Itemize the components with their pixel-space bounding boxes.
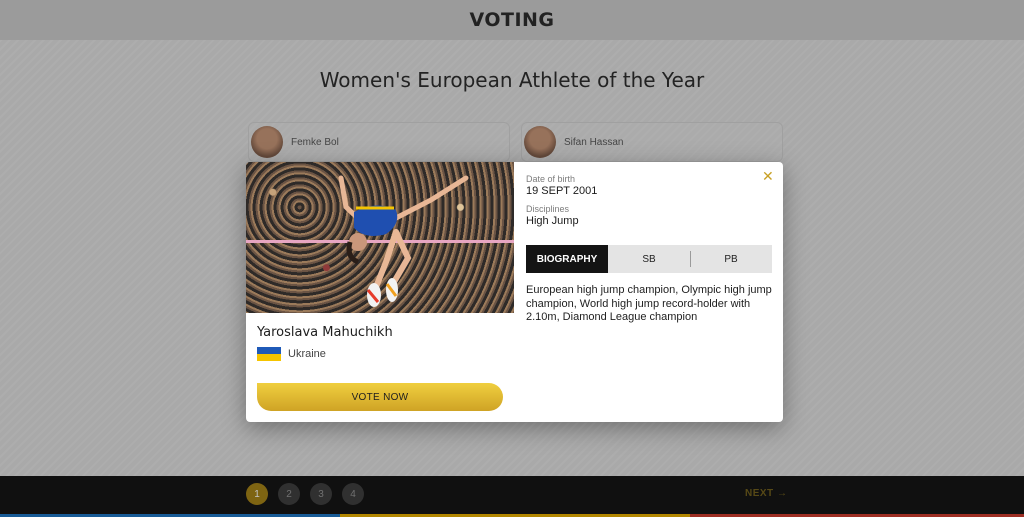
country-name: Ukraine [288,348,326,360]
close-icon[interactable]: ✕ [762,169,774,183]
athlete-photo [246,162,514,313]
athlete-country: Ukraine [257,347,326,361]
athlete-name: Yaroslava Mahuchikh [257,325,393,340]
info-tabs: BIOGRAPHY SB PB [526,245,772,273]
vote-now-button[interactable]: VOTE NOW [257,383,503,411]
athlete-info: ✕ Date of birth 19 SEPT 2001 Disciplines… [526,162,783,422]
tab-pb[interactable]: PB [690,245,772,273]
dob-value: 19 SEPT 2001 [526,185,598,197]
ukraine-flag-icon [257,347,281,361]
disciplines-label: Disciplines [526,204,570,214]
athlete-figure [338,175,469,307]
disciplines-value: High Jump [526,215,579,227]
athlete-modal: Yaroslava Mahuchikh Ukraine VOTE NOW ✕ D… [246,162,783,422]
biography-text: European high jump champion, Olympic hig… [526,284,772,323]
tab-sb[interactable]: SB [608,245,690,273]
tab-biography[interactable]: BIOGRAPHY [526,245,608,273]
dob-label: Date of birth [526,174,576,184]
